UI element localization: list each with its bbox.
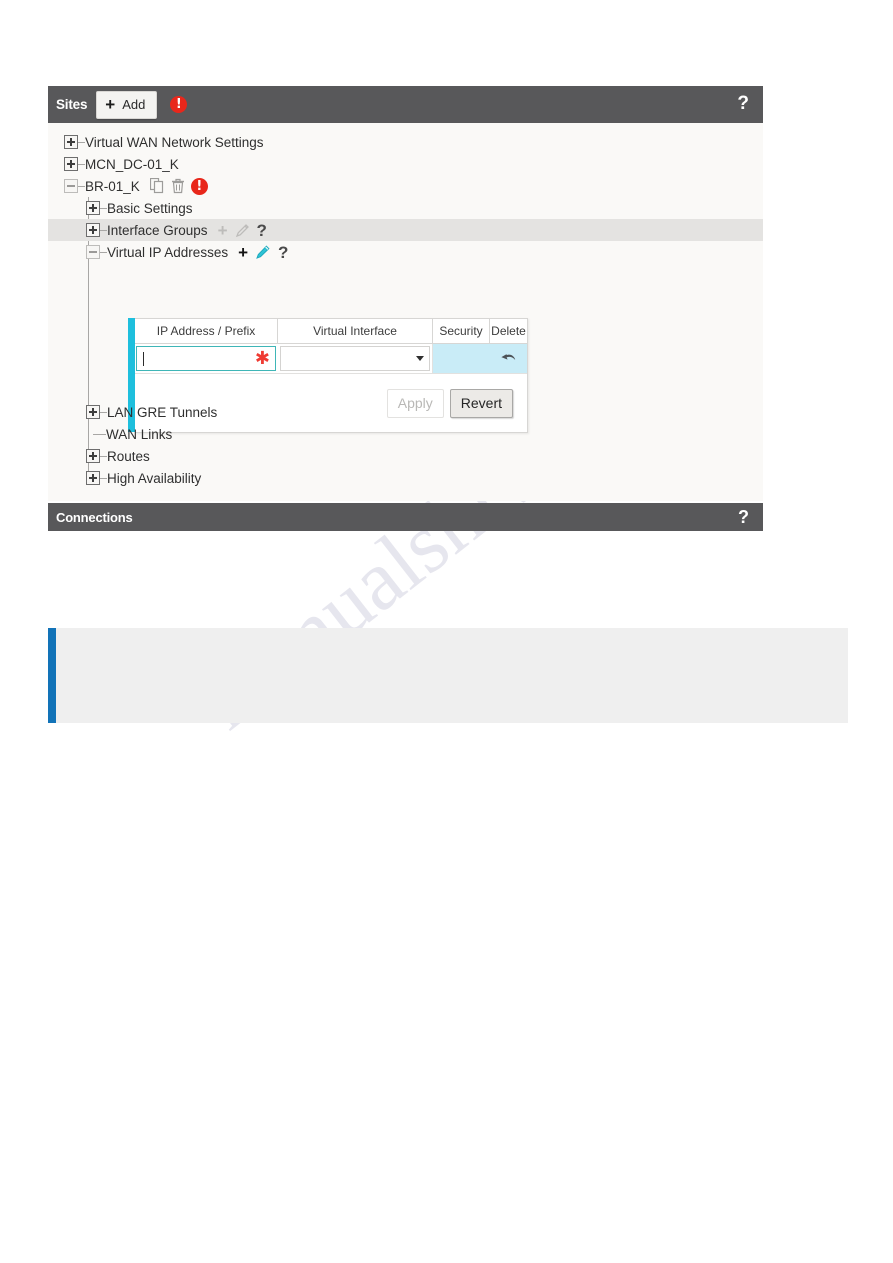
- tree-item-basic-settings[interactable]: Basic Settings: [48, 197, 763, 219]
- tree-stub: [100, 411, 107, 413]
- tree-item-routes[interactable]: Routes: [48, 445, 763, 467]
- expand-toggle-icon[interactable]: [86, 405, 100, 419]
- pencil-icon: [234, 222, 251, 239]
- expand-toggle-icon[interactable]: [64, 157, 78, 171]
- undo-arrow-icon: [501, 354, 516, 360]
- cell-security: [433, 344, 490, 373]
- pencil-icon[interactable]: [254, 243, 272, 261]
- sites-panel-header: Sites + Add ! ?: [48, 86, 763, 123]
- sites-panel: Sites + Add ! ? Virtual WAN Network Sett…: [48, 86, 763, 501]
- required-asterisk-icon: ✱: [254, 347, 270, 369]
- tree-item-label: WAN Links: [106, 426, 173, 442]
- collapse-toggle-icon[interactable]: [86, 245, 100, 259]
- plus-icon: +: [217, 220, 228, 240]
- tree-item-virtual-ip-addresses[interactable]: Virtual IP Addresses + ?: [48, 241, 763, 263]
- ip-address-input[interactable]: ✱: [136, 346, 276, 371]
- tree-item-label: Virtual WAN Network Settings: [85, 134, 264, 150]
- tree-stub: [100, 207, 107, 209]
- column-header-delete: Delete: [491, 324, 526, 338]
- tree-item-label: Virtual IP Addresses: [107, 244, 229, 260]
- tree-stub: [78, 141, 85, 143]
- expand-toggle-icon[interactable]: [86, 471, 100, 485]
- tree-item-label: High Availability: [107, 470, 202, 486]
- plus-icon: +: [105, 94, 116, 114]
- expand-toggle-icon[interactable]: [86, 201, 100, 215]
- tree-stub: [78, 163, 85, 165]
- table-header-row: IP Address / Prefix Virtual Interface Se…: [135, 319, 527, 344]
- cell-virtual-interface: [278, 344, 433, 373]
- add-site-button[interactable]: + Add: [96, 90, 158, 119]
- tree-stub: [100, 477, 107, 479]
- error-exclamation-icon: !: [170, 96, 188, 113]
- tree-leaf-dash: [93, 433, 106, 435]
- tree-stub: [100, 251, 107, 253]
- tree-item-label: Interface Groups: [107, 222, 208, 238]
- tree-item-label: MCN_DC-01_K: [85, 156, 179, 172]
- page-title: Sites: [56, 97, 88, 112]
- collapse-toggle-icon[interactable]: [64, 179, 78, 193]
- tree-item-mcn-dc-01-k[interactable]: MCN_DC-01_K: [48, 153, 763, 175]
- tree-item-br-01-k[interactable]: BR-01_K !: [48, 175, 763, 197]
- copy-icon[interactable]: [149, 178, 165, 194]
- tree-item-actions: + ?: [238, 243, 288, 261]
- tree-stub: [100, 229, 107, 231]
- tree-item-virtual-wan-network-settings[interactable]: Virtual WAN Network Settings: [48, 131, 763, 153]
- tree-item-label: BR-01_K: [85, 178, 140, 194]
- tree-item-interface-groups[interactable]: Interface Groups + ?: [48, 219, 763, 241]
- tree-item-wan-links[interactable]: WAN Links: [48, 423, 763, 445]
- help-icon[interactable]: ?: [278, 244, 288, 261]
- tree-item-label: Routes: [107, 448, 150, 464]
- table-row: ✱: [135, 344, 527, 374]
- chevron-down-icon: [416, 356, 424, 361]
- error-exclamation-icon: !: [190, 177, 208, 195]
- tree-item-high-availability[interactable]: High Availability: [48, 467, 763, 489]
- help-icon[interactable]: ?: [257, 222, 267, 239]
- tree-stub: [78, 185, 85, 187]
- tree-item-actions: !: [149, 177, 208, 195]
- expand-toggle-icon[interactable]: [86, 449, 100, 463]
- expand-toggle-icon[interactable]: [86, 223, 100, 237]
- tree-stub: [100, 455, 107, 457]
- tree-item-label: LAN GRE Tunnels: [107, 404, 218, 420]
- tree-item-lan-gre-tunnels[interactable]: LAN GRE Tunnels: [48, 401, 763, 423]
- column-header-security: Security: [433, 319, 490, 343]
- tree-item-actions: + ?: [218, 222, 267, 239]
- note-callout: [48, 628, 848, 723]
- cell-ip-address-prefix: ✱: [135, 344, 278, 373]
- column-header-virtual-interface: Virtual Interface: [278, 319, 433, 343]
- virtual-interface-select[interactable]: [280, 346, 430, 371]
- plus-icon[interactable]: +: [238, 244, 248, 261]
- connections-help-icon[interactable]: ?: [738, 508, 749, 526]
- connections-panel-header: Connections ?: [48, 503, 763, 531]
- sites-panel-body: Virtual WAN Network Settings MCN_DC-01_K…: [48, 123, 763, 501]
- tree-item-label: Basic Settings: [107, 200, 193, 216]
- add-site-label: Add: [122, 97, 146, 112]
- trash-icon[interactable]: [171, 178, 185, 194]
- column-header-ip-address-prefix: IP Address / Prefix: [135, 319, 278, 343]
- revert-row-button[interactable]: [490, 344, 527, 373]
- panel-help-icon[interactable]: ?: [737, 94, 749, 113]
- expand-toggle-icon[interactable]: [64, 135, 78, 149]
- connections-title: Connections: [56, 509, 133, 525]
- text-caret: [143, 351, 144, 366]
- note-accent-bar: [48, 628, 56, 723]
